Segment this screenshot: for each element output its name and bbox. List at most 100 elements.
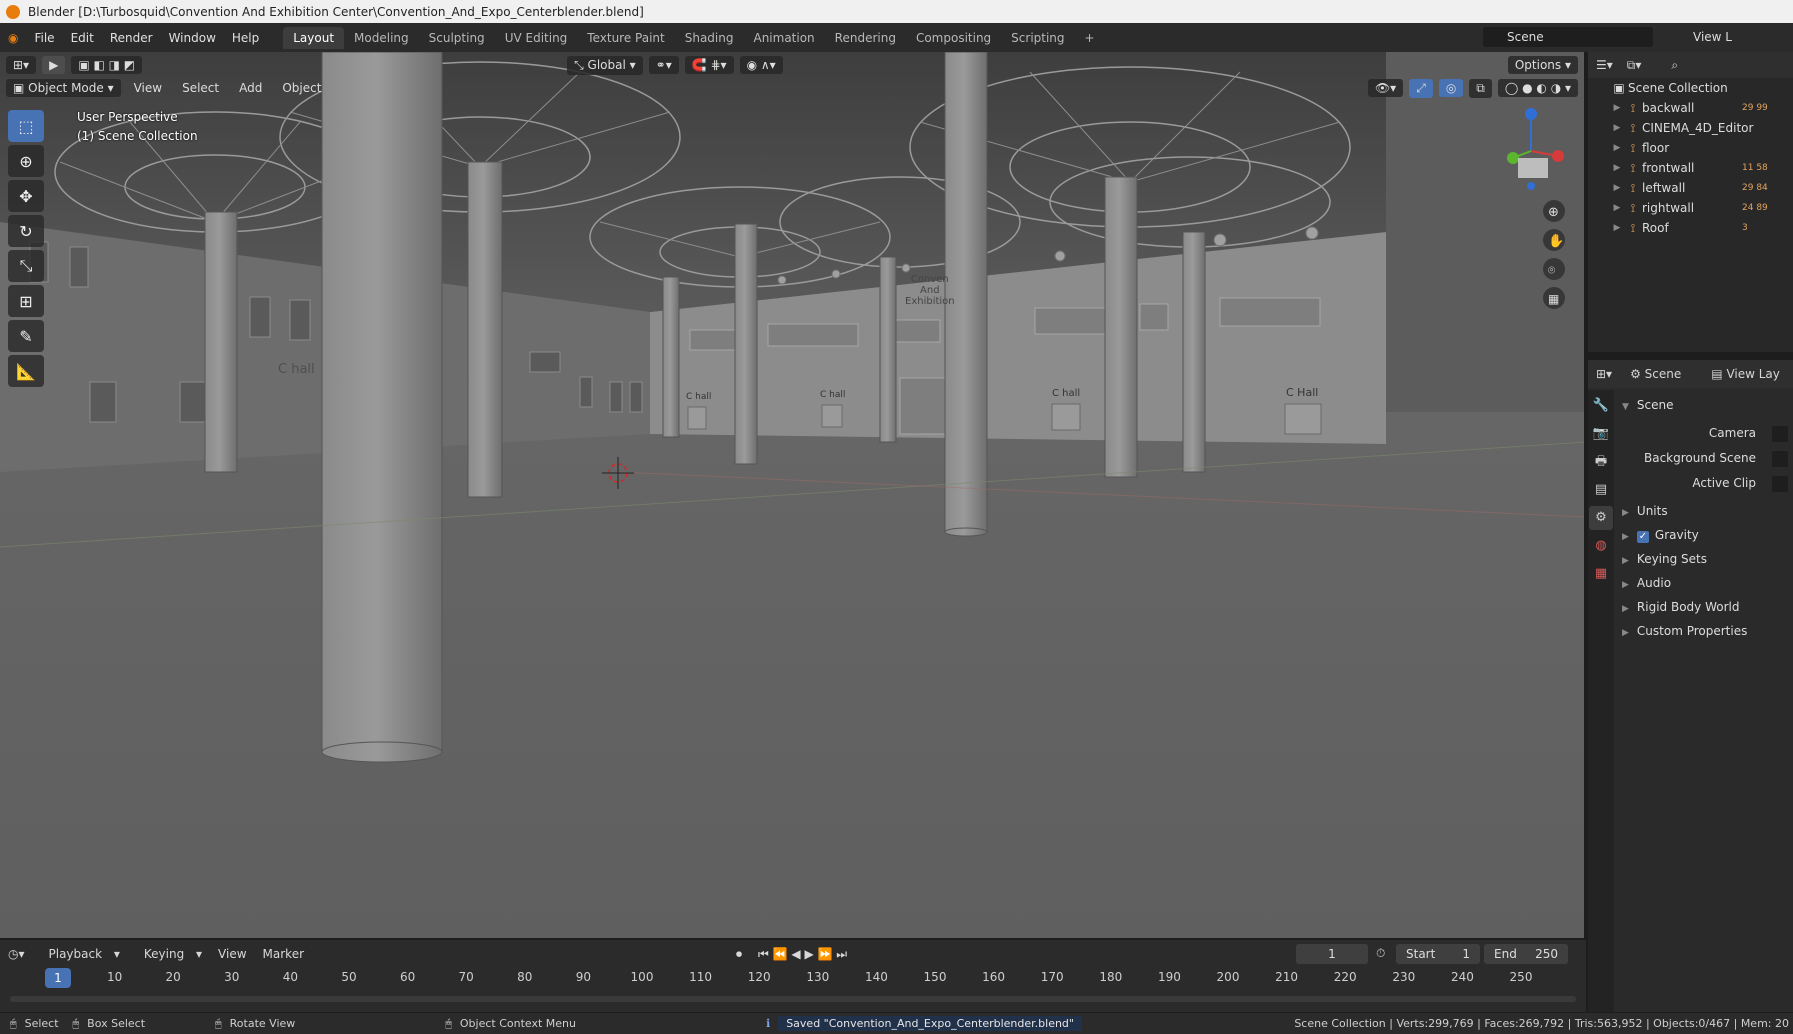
menu-keying[interactable]: Keying ▾ [128,947,210,961]
custom-properties-section[interactable]: ▶ Custom Properties [1622,624,1747,638]
outliner-item[interactable]: ▶ ⟟ Roof 3 [1588,218,1793,238]
scale-tool-icon[interactable]: ⤡ [8,250,44,282]
select-box-tool-icon[interactable]: ⬚ [8,110,44,142]
editor-type-button[interactable]: ⊞▾ [6,56,37,74]
shading-mode-buttons[interactable]: ◯ ● ◐ ◑ ▾ [1497,79,1578,97]
mode-dropdown[interactable]: ▣ Object Mode ▾ [6,79,121,97]
transform-orientation-dropdown[interactable]: ⤡ Global ▾ [567,55,643,75]
cursor-tool-icon[interactable]: ⊕ [8,145,44,177]
end-frame-field[interactable]: End 250 [1484,944,1568,964]
3d-viewport[interactable]: C hall C hall C hall C hall C Hall Conve… [0,52,1586,938]
tab-compositing[interactable]: Compositing [906,27,1001,49]
overlay-toggle-icon[interactable]: ◎ [1438,79,1464,97]
tab-uv-editing[interactable]: UV Editing [495,27,578,49]
pivot-point-button[interactable]: ⚭▾ [648,56,679,74]
menu-file[interactable]: File [26,31,62,45]
expand-arrow-icon[interactable]: ▶ [1610,183,1624,193]
outliner-editor-type-icon[interactable]: ☰▾ [1596,58,1613,72]
outliner-search-icon[interactable]: ⌕ [1671,58,1678,73]
tab-rendering[interactable]: Rendering [825,27,906,49]
menu-add[interactable]: Add [232,79,269,97]
background-scene-field[interactable] [1772,451,1788,467]
start-frame-field[interactable]: Start 1 [1396,944,1480,964]
outliner-item[interactable]: ▶ ⟟ CINEMA_4D_Editor [1588,118,1793,138]
outliner-item[interactable]: ▶ ⟟ leftwall 29 84 [1588,178,1793,198]
menu-window[interactable]: Window [161,31,224,45]
camera-field[interactable] [1772,426,1788,442]
scene-properties-icon[interactable]: ⚙ [1589,506,1613,530]
timeline-scrollbar[interactable] [10,996,1576,1002]
measure-tool-icon[interactable]: 📐 [8,355,44,387]
tab-animation[interactable]: Animation [743,27,824,49]
properties-editor-type-icon[interactable]: ⊞▾ [1596,367,1612,381]
active-clip-field[interactable] [1772,476,1788,492]
outliner-item[interactable]: ▶ ⟟ backwall 29 99 [1588,98,1793,118]
menu-playback[interactable]: Playback ▾ [33,947,128,961]
move-tool-icon[interactable]: ✥ [8,180,44,212]
tool-select-icon[interactable]: ▶ [42,56,66,74]
output-properties-icon[interactable]: 🖶 [1589,450,1613,474]
units-section[interactable]: ▶ Units [1622,504,1668,518]
tool-properties-icon[interactable]: 🔧 [1589,394,1613,418]
frame-ruler[interactable]: 1102030405060708090100110120130140150160… [0,970,1586,992]
tab-scripting[interactable]: Scripting [1001,27,1074,49]
menu-select[interactable]: Select [175,79,226,97]
expand-arrow-icon[interactable]: ▶ [1610,223,1624,233]
menu-marker[interactable]: Marker [255,947,312,961]
navigation-gizmo[interactable]: ⊕ ✋ ⌾ ▦ [1496,106,1566,339]
scene-selector[interactable]: Scene [1483,27,1653,47]
annotate-tool-icon[interactable]: ✎ [8,320,44,352]
current-frame-field[interactable]: 1 [1296,944,1368,964]
timeline-menu-view[interactable]: View [210,947,254,961]
proportional-edit-icon[interactable]: ◉ ∧▾ [739,56,783,74]
selection-mode-buttons[interactable]: ▣ ◧ ◨ ◩ [71,56,143,74]
gravity-section[interactable]: ▶ ✓ Gravity [1622,528,1699,543]
blender-menu-icon[interactable]: ◉ [0,31,26,45]
timeline-editor-type-icon[interactable]: ◷▾ [0,947,33,961]
playback-controls[interactable]: ⏮ ⏪ ◀ ▶ ⏩ ⏭ [750,947,855,962]
scene-tab[interactable]: ⚙ Scene [1630,367,1681,381]
texture-properties-icon[interactable]: ▦ [1589,562,1613,586]
scene-panel-title[interactable]: ▼ Scene [1622,398,1674,412]
menu-object[interactable]: Object [275,79,328,97]
add-workspace-button[interactable]: + [1075,27,1105,49]
tab-shading[interactable]: Shading [675,27,744,49]
tab-sculpting[interactable]: Sculpting [419,27,495,49]
view-layer-selector[interactable]: View L [1663,27,1793,47]
world-properties-icon[interactable]: ◍ [1589,534,1613,558]
outliner-scene-collection[interactable]: ▣ Scene Collection [1588,78,1793,98]
transform-tool-icon[interactable]: ⊞ [8,285,44,317]
expand-arrow-icon[interactable]: ▶ [1610,203,1624,213]
rotate-tool-icon[interactable]: ↻ [8,215,44,247]
rigid-body-world-section[interactable]: ▶ Rigid Body World [1622,600,1739,614]
gravity-checkbox[interactable]: ✓ [1636,531,1649,543]
outliner-item[interactable]: ▶ ⟟ rightwall 24 89 [1588,198,1793,218]
tab-layout[interactable]: Layout [283,26,345,49]
menu-edit[interactable]: Edit [63,31,102,45]
outliner-item[interactable]: ▶ ⟟ floor [1588,138,1793,158]
view-layer-properties-icon[interactable]: ▤ [1589,478,1613,502]
menu-render[interactable]: Render [102,31,161,45]
menu-help[interactable]: Help [224,31,267,45]
render-properties-icon[interactable]: 📷 [1589,422,1613,446]
record-button[interactable]: ⏺ [728,947,750,962]
timeline-editor[interactable]: ◷▾ Playback ▾ Keying ▾ View Marker ⏺ ⏮ ⏪… [0,938,1586,1012]
menu-view[interactable]: View [127,79,169,97]
expand-arrow-icon[interactable]: ▶ [1610,123,1624,133]
xray-toggle-icon[interactable]: ⧉ [1469,78,1492,98]
snap-toggle-icon[interactable]: 🧲 ⋕▾ [684,56,734,74]
tab-texture-paint[interactable]: Texture Paint [577,27,674,49]
audio-section[interactable]: ▶ Audio [1622,576,1671,590]
outliner-item[interactable]: ▶ ⟟ frontwall 11 58 [1588,158,1793,178]
expand-arrow-icon[interactable]: ▶ [1610,163,1624,173]
expand-arrow-icon[interactable]: ▶ [1610,143,1624,153]
display-mode-icon[interactable]: ⧉▾ [1627,58,1642,73]
gizmo-toggle-icon[interactable]: ⤢ [1409,78,1433,98]
view-layer-tab[interactable]: ▤ View Lay [1711,367,1780,381]
options-button[interactable]: Options ▾ [1507,56,1578,74]
tab-modeling[interactable]: Modeling [344,27,419,49]
keying-sets-section[interactable]: ▶ Keying Sets [1622,552,1707,566]
clock-icon[interactable]: ⏱ [1376,946,1385,961]
expand-arrow-icon[interactable]: ▶ [1610,103,1624,113]
visibility-icon[interactable]: 👁▾ [1367,79,1404,97]
